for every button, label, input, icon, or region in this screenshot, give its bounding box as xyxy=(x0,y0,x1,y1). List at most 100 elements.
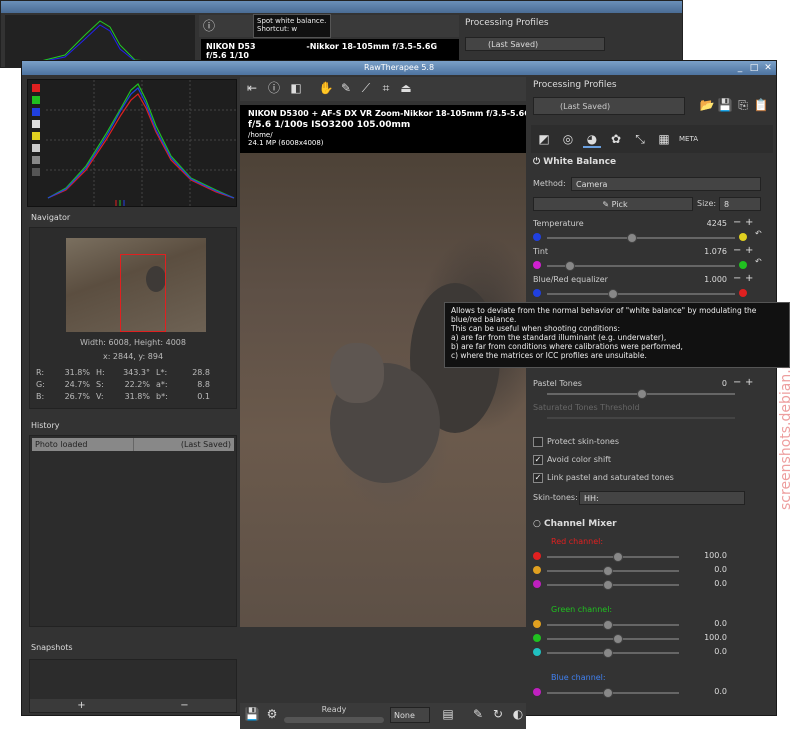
rotate-icon[interactable]: ↻ xyxy=(490,706,506,722)
pick-button[interactable]: ✎ Pick xyxy=(533,197,693,211)
tint-minus-button[interactable]: − xyxy=(733,245,741,256)
temperature-row: Temperature 4245 − + ↶ xyxy=(533,217,769,243)
mixer-knob[interactable] xyxy=(603,580,613,590)
tab-metadata[interactable]: META xyxy=(679,130,698,148)
red-channel-toggle-icon[interactable] xyxy=(32,84,40,92)
tint-plus-button[interactable]: + xyxy=(745,245,753,256)
copy-profile-icon[interactable]: ⎘ xyxy=(735,97,751,113)
add-snapshot-button[interactable]: + xyxy=(77,699,85,712)
bluered-knob[interactable] xyxy=(607,289,618,299)
pastel-plus-button[interactable]: + xyxy=(745,377,753,388)
colormgmt-icon[interactable]: ▤ xyxy=(440,706,456,722)
tool-tabs: ◩ ◎ ◕ ✿ ⤡ ▦ META xyxy=(531,125,773,153)
mixer-knob[interactable] xyxy=(613,634,623,644)
mixer-slider[interactable] xyxy=(547,648,679,658)
mixer-slider[interactable] xyxy=(547,688,679,698)
tint-knob[interactable] xyxy=(564,261,575,271)
pastel-value[interactable]: 0 xyxy=(683,379,727,388)
temperature-value[interactable]: 4245 xyxy=(683,219,727,228)
profile-combo[interactable]: (Last Saved) xyxy=(533,97,685,115)
mixer-slider[interactable] xyxy=(547,566,679,576)
white-balance-header[interactable]: ⏻ White Balance xyxy=(533,157,616,167)
reset-icon[interactable]: ↶ xyxy=(755,229,762,238)
bar-toggle-icon[interactable] xyxy=(32,156,40,164)
mixer-knob[interactable] xyxy=(603,620,613,630)
mixer-slider[interactable] xyxy=(547,580,679,590)
skintones-combo[interactable]: HH: xyxy=(579,491,745,505)
close-icon[interactable]: ✕ xyxy=(762,62,774,74)
info-icon[interactable]: ⓘ xyxy=(266,80,282,96)
image-info-overlay: NIKON D5300 + AF-S DX VR Zoom-Nikkor 18-… xyxy=(240,105,526,153)
method-row: Method: Camera xyxy=(533,177,769,191)
edit-external-icon[interactable]: ✎ xyxy=(470,706,486,722)
avoid-checkbox[interactable]: ✓ xyxy=(533,455,543,465)
histogram-buttons xyxy=(32,84,44,180)
save-icon[interactable]: 💾 xyxy=(244,706,260,722)
tint-slider[interactable] xyxy=(547,261,735,271)
hide-panel-icon[interactable]: ⇤ xyxy=(244,80,260,96)
history-row[interactable]: Photo loaded (Last Saved) xyxy=(32,438,234,451)
remove-snapshot-button[interactable]: − xyxy=(180,699,188,712)
straighten-icon[interactable]: ⟋ xyxy=(358,80,374,96)
link-checkbox[interactable]: ✓ xyxy=(533,473,543,483)
navigator-label: Navigator xyxy=(31,213,71,222)
channel-mixer-header[interactable]: ○ Channel Mixer xyxy=(533,519,617,529)
bg-profile-combo[interactable]: (Last Saved) xyxy=(465,37,605,51)
chroma-toggle-icon[interactable] xyxy=(32,132,40,140)
open-profile-icon[interactable]: 📂 xyxy=(699,97,715,113)
mode-toggle-icon[interactable] xyxy=(32,168,40,176)
paste-profile-icon[interactable]: 📋 xyxy=(753,97,769,113)
bg-info-icon[interactable]: ⓘ xyxy=(201,18,217,34)
history-label: History xyxy=(31,421,60,430)
bluered-plus-button[interactable]: + xyxy=(745,273,753,284)
tint-value[interactable]: 1.076 xyxy=(683,247,727,256)
navigator-viewport[interactable] xyxy=(120,254,166,332)
minimize-icon[interactable]: _ xyxy=(734,62,746,74)
hand-icon[interactable]: ✋ xyxy=(318,80,334,96)
crop-icon[interactable]: ⌗ xyxy=(378,80,394,96)
temperature-plus-button[interactable]: + xyxy=(745,217,753,228)
temperature-slider[interactable] xyxy=(547,233,735,243)
tab-transform[interactable]: ⤡ xyxy=(631,130,649,148)
mixer-slider[interactable] xyxy=(547,634,679,644)
luminance-toggle-icon[interactable] xyxy=(32,120,40,128)
bluered-slider[interactable] xyxy=(547,289,735,299)
white-balance-picker-icon[interactable]: ✎ xyxy=(338,80,354,96)
pastel-knob[interactable] xyxy=(637,389,647,399)
reset-icon[interactable]: ↶ xyxy=(755,257,762,266)
tab-raw[interactable]: ▦ xyxy=(655,130,673,148)
protect-checkbox[interactable] xyxy=(533,437,543,447)
size-combo[interactable]: 8 xyxy=(719,197,761,211)
transform-icon[interactable]: ⏏ xyxy=(398,80,414,96)
blue-channel-toggle-icon[interactable] xyxy=(32,108,40,116)
tab-color[interactable]: ◕ xyxy=(583,130,601,148)
mixer-knob[interactable] xyxy=(613,552,623,562)
bluered-value[interactable]: 1.000 xyxy=(683,275,727,284)
maximize-icon[interactable]: □ xyxy=(748,62,760,74)
method-combo[interactable]: Camera xyxy=(571,177,761,191)
save-profile-icon[interactable]: 💾 xyxy=(717,97,733,113)
tab-advanced[interactable]: ✿ xyxy=(607,130,625,148)
processing-profiles-label: Processing Profiles xyxy=(533,80,617,90)
bg-profiles-label: Processing Profiles xyxy=(465,18,549,28)
mixer-slider[interactable] xyxy=(547,552,679,562)
navigator-thumbnail[interactable] xyxy=(66,238,206,332)
temperature-knob[interactable] xyxy=(626,233,637,243)
green-channel-toggle-icon[interactable] xyxy=(32,96,40,104)
pastel-slider[interactable] xyxy=(547,389,735,399)
raw-toggle-icon[interactable] xyxy=(32,144,40,152)
gamut-icon[interactable]: ◐ xyxy=(510,706,526,722)
view-select[interactable]: None xyxy=(390,707,430,723)
pastel-minus-button[interactable]: − xyxy=(733,377,741,388)
mixer-knob[interactable] xyxy=(603,566,613,576)
temperature-minus-button[interactable]: − xyxy=(733,217,741,228)
mixer-slider[interactable] xyxy=(547,620,679,630)
bluered-minus-button[interactable]: − xyxy=(733,273,741,284)
before-after-icon[interactable]: ◧ xyxy=(288,80,304,96)
tab-detail[interactable]: ◎ xyxy=(559,130,577,148)
mixer-knob[interactable] xyxy=(603,648,613,658)
queue-icon[interactable]: ⚙ xyxy=(264,706,280,722)
tab-exposure[interactable]: ◩ xyxy=(535,130,553,148)
readout-row: R: 31.8% H: 343.3° L*: 28.8 xyxy=(36,368,210,377)
mixer-knob[interactable] xyxy=(603,688,613,698)
